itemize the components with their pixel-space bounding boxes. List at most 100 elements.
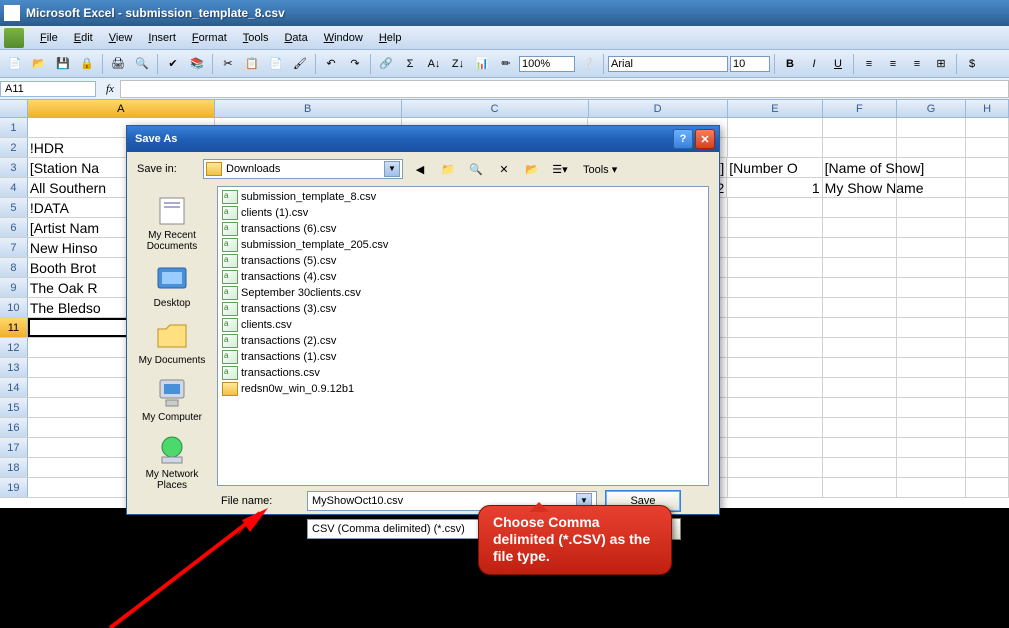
file-list[interactable]: submission_template_8.csvclients (1).csv… <box>217 186 709 486</box>
row-header-4[interactable]: 4 <box>0 178 28 197</box>
col-header-D[interactable]: D <box>589 100 728 117</box>
row-header-16[interactable]: 16 <box>0 418 28 437</box>
cell-E11[interactable] <box>728 318 823 337</box>
sort-asc-icon[interactable]: A↓ <box>423 53 445 75</box>
cell-G5[interactable] <box>897 198 967 217</box>
cell-G18[interactable] <box>897 458 967 477</box>
drawing-icon[interactable]: ✏ <box>495 53 517 75</box>
row-header-19[interactable]: 19 <box>0 478 28 497</box>
cell-F7[interactable] <box>823 238 897 257</box>
dialog-titlebar[interactable]: Save As ? ✕ <box>127 126 719 152</box>
row-header-6[interactable]: 6 <box>0 218 28 237</box>
align-right-icon[interactable]: ≡ <box>906 53 928 75</box>
col-header-H[interactable]: H <box>966 100 1009 117</box>
file-item[interactable]: transactions (4).csv <box>220 269 706 285</box>
cell-F3[interactable]: [Name of Show] <box>823 158 897 177</box>
open-icon[interactable]: 📂 <box>28 53 50 75</box>
format-painter-icon[interactable]: 🖌 <box>289 53 311 75</box>
search-web-icon[interactable]: 🔍 <box>465 158 487 180</box>
cell-E19[interactable] <box>728 478 823 497</box>
menu-file[interactable]: File <box>32 30 66 46</box>
formula-input[interactable] <box>120 80 1009 98</box>
file-item[interactable]: September 30clients.csv <box>220 285 706 301</box>
cell-G11[interactable] <box>897 318 967 337</box>
cell-G1[interactable] <box>897 118 967 137</box>
hyperlink-icon[interactable]: 🔗 <box>375 53 397 75</box>
cell-F4[interactable]: My Show Name <box>823 178 897 197</box>
cell-E15[interactable] <box>728 398 823 417</box>
up-level-icon[interactable]: 📁 <box>437 158 459 180</box>
tools-menu[interactable]: Tools ▾ <box>577 161 623 178</box>
cell-E1[interactable] <box>728 118 823 137</box>
place-my-computer[interactable]: My Computer <box>131 372 213 427</box>
cut-icon[interactable]: ✂ <box>217 53 239 75</box>
row-header-1[interactable]: 1 <box>0 118 28 137</box>
file-item[interactable]: redsn0w_win_0.9.12b1 <box>220 381 706 397</box>
new-icon[interactable]: 📄 <box>4 53 26 75</box>
cell-G6[interactable] <box>897 218 967 237</box>
row-header-5[interactable]: 5 <box>0 198 28 217</box>
row-header-2[interactable]: 2 <box>0 138 28 157</box>
cell-H9[interactable] <box>966 278 1009 297</box>
menu-edit[interactable]: Edit <box>66 30 101 46</box>
font-size-combo[interactable] <box>730 56 770 72</box>
cell-F11[interactable] <box>823 318 897 337</box>
name-box[interactable] <box>0 81 96 97</box>
cell-H7[interactable] <box>966 238 1009 257</box>
undo-icon[interactable]: ↶ <box>320 53 342 75</box>
place-recent-documents[interactable]: My Recent Documents <box>131 190 213 256</box>
copy-icon[interactable]: 📋 <box>241 53 263 75</box>
file-item[interactable]: transactions (6).csv <box>220 221 706 237</box>
cell-E10[interactable] <box>728 298 823 317</box>
cell-F6[interactable] <box>823 218 897 237</box>
cell-E12[interactable] <box>728 338 823 357</box>
file-item[interactable]: transactions.csv <box>220 365 706 381</box>
place-network[interactable]: My Network Places <box>131 429 213 495</box>
cell-H1[interactable] <box>966 118 1009 137</box>
align-center-icon[interactable]: ≡ <box>882 53 904 75</box>
file-item[interactable]: clients (1).csv <box>220 205 706 221</box>
cell-H15[interactable] <box>966 398 1009 417</box>
sort-desc-icon[interactable]: Z↓ <box>447 53 469 75</box>
print-preview-icon[interactable]: 🔍 <box>131 53 153 75</box>
row-header-10[interactable]: 10 <box>0 298 28 317</box>
cell-F13[interactable] <box>823 358 897 377</box>
cell-F12[interactable] <box>823 338 897 357</box>
cell-F19[interactable] <box>823 478 897 497</box>
cell-H3[interactable] <box>966 158 1009 177</box>
cell-E4[interactable]: 1 <box>727 178 822 197</box>
help-icon[interactable]: ❔ <box>577 53 599 75</box>
cell-G10[interactable] <box>897 298 967 317</box>
cell-E13[interactable] <box>728 358 823 377</box>
spelling-icon[interactable]: ✔ <box>162 53 184 75</box>
underline-icon[interactable]: U <box>827 53 849 75</box>
col-header-G[interactable]: G <box>897 100 967 117</box>
cell-F18[interactable] <box>823 458 897 477</box>
cell-E18[interactable] <box>728 458 823 477</box>
cell-E5[interactable] <box>728 198 823 217</box>
back-icon[interactable]: ◀ <box>409 158 431 180</box>
cell-H12[interactable] <box>966 338 1009 357</box>
print-icon[interactable]: 🖨 <box>107 53 129 75</box>
cell-H4[interactable] <box>966 178 1009 197</box>
cell-G7[interactable] <box>897 238 967 257</box>
cell-G17[interactable] <box>897 438 967 457</box>
cell-G12[interactable] <box>897 338 967 357</box>
cell-F15[interactable] <box>823 398 897 417</box>
cell-F16[interactable] <box>823 418 897 437</box>
file-item[interactable]: transactions (1).csv <box>220 349 706 365</box>
menu-help[interactable]: Help <box>371 30 410 46</box>
col-header-F[interactable]: F <box>823 100 897 117</box>
cell-G15[interactable] <box>897 398 967 417</box>
paste-icon[interactable]: 📄 <box>265 53 287 75</box>
cell-E9[interactable] <box>728 278 823 297</box>
cell-F1[interactable] <box>823 118 897 137</box>
cell-E3[interactable]: [Number O <box>727 158 822 177</box>
menu-view[interactable]: View <box>101 30 141 46</box>
cell-F17[interactable] <box>823 438 897 457</box>
file-item[interactable]: submission_template_205.csv <box>220 237 706 253</box>
row-header-11[interactable]: 11 <box>0 318 28 337</box>
cell-H2[interactable] <box>966 138 1009 157</box>
menu-tools[interactable]: Tools <box>235 30 277 46</box>
research-icon[interactable]: 📚 <box>186 53 208 75</box>
